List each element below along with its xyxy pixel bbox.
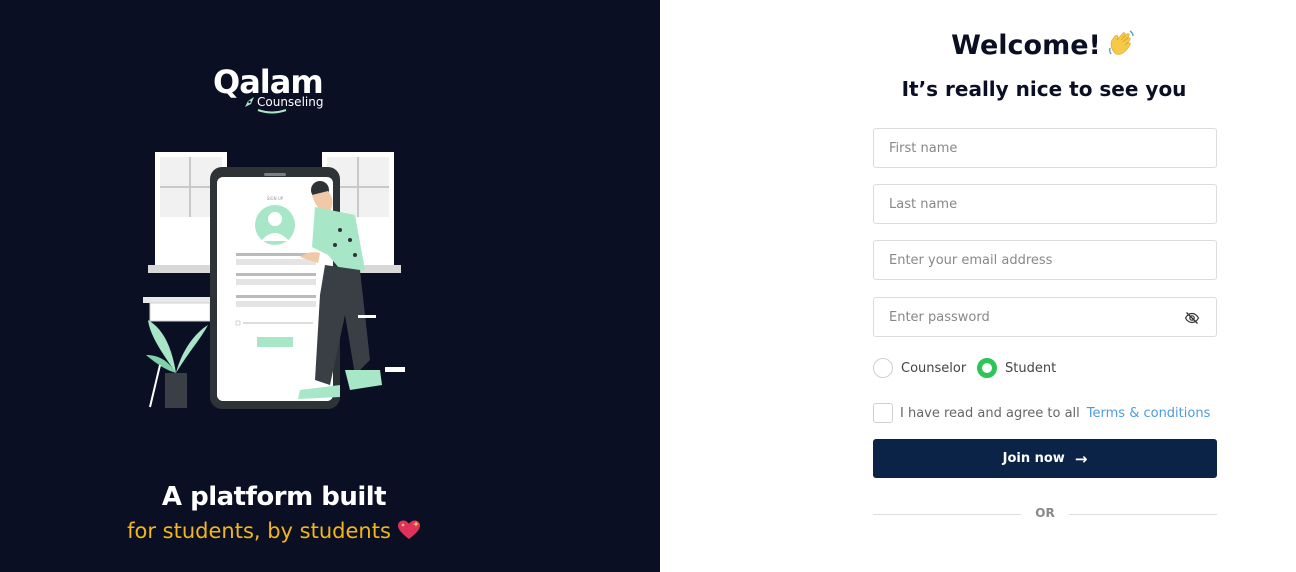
or-divider: OR — [873, 506, 1217, 524]
join-now-label: Join now — [1002, 451, 1065, 466]
radio-circle-student[interactable] — [977, 358, 997, 378]
welcome-subtitle: It’s really nice to see you — [901, 77, 1187, 101]
radio-circle-counselor[interactable] — [873, 358, 893, 378]
divider-text: OR — [1035, 506, 1055, 520]
tagline-subheading: for students, by students — [0, 517, 548, 545]
last-name-input[interactable] — [874, 185, 1216, 223]
join-now-button[interactable]: Join now → — [873, 439, 1217, 478]
role-selector: Counselor Student — [873, 357, 1217, 379]
radio-student[interactable]: Student — [977, 357, 1056, 379]
email-field-wrapper — [873, 240, 1217, 280]
signup-form-panel: Welcome! It’s really nice to see you Cou… — [660, 0, 1296, 572]
logo-swoosh — [257, 109, 287, 114]
tagline-heading: A platform built — [161, 482, 387, 512]
brand-panel: Qalam Counseling SIGN UP A platform buil… — [0, 0, 660, 572]
svg-text:SIGN UP: SIGN UP — [267, 196, 284, 201]
welcome-heading: Welcome! — [660, 28, 1296, 63]
password-input[interactable] — [874, 298, 1216, 336]
tagline-subheading-text: for students, by students — [127, 519, 391, 543]
radio-counselor[interactable]: Counselor — [873, 357, 966, 379]
arrow-right-icon: → — [1074, 449, 1088, 468]
first-name-input[interactable] — [874, 129, 1216, 167]
radio-label-student: Student — [1005, 360, 1057, 376]
sparkling-heart-icon — [397, 520, 420, 539]
pen-nib-icon — [245, 97, 254, 107]
signup-illustration: SIGN UP — [143, 152, 405, 409]
password-field-wrapper — [873, 297, 1217, 337]
terms-agreement: I have read and agree to all Terms & con… — [873, 403, 1217, 423]
terms-text: I have read and agree to all — [900, 405, 1080, 421]
eye-off-icon[interactable] — [1184, 310, 1200, 326]
terms-link[interactable]: Terms & conditions — [1087, 406, 1211, 421]
welcome-heading-text: Welcome! — [951, 30, 1101, 61]
email-input[interactable] — [874, 241, 1216, 279]
radio-label-counselor: Counselor — [901, 360, 967, 376]
last-name-field-wrapper — [873, 184, 1217, 224]
logo-subtitle: Counseling — [257, 95, 324, 109]
waving-hand-icon — [1108, 30, 1134, 55]
terms-checkbox[interactable] — [873, 403, 893, 423]
first-name-field-wrapper — [873, 128, 1217, 168]
logo: Qalam Counseling — [213, 64, 343, 114]
